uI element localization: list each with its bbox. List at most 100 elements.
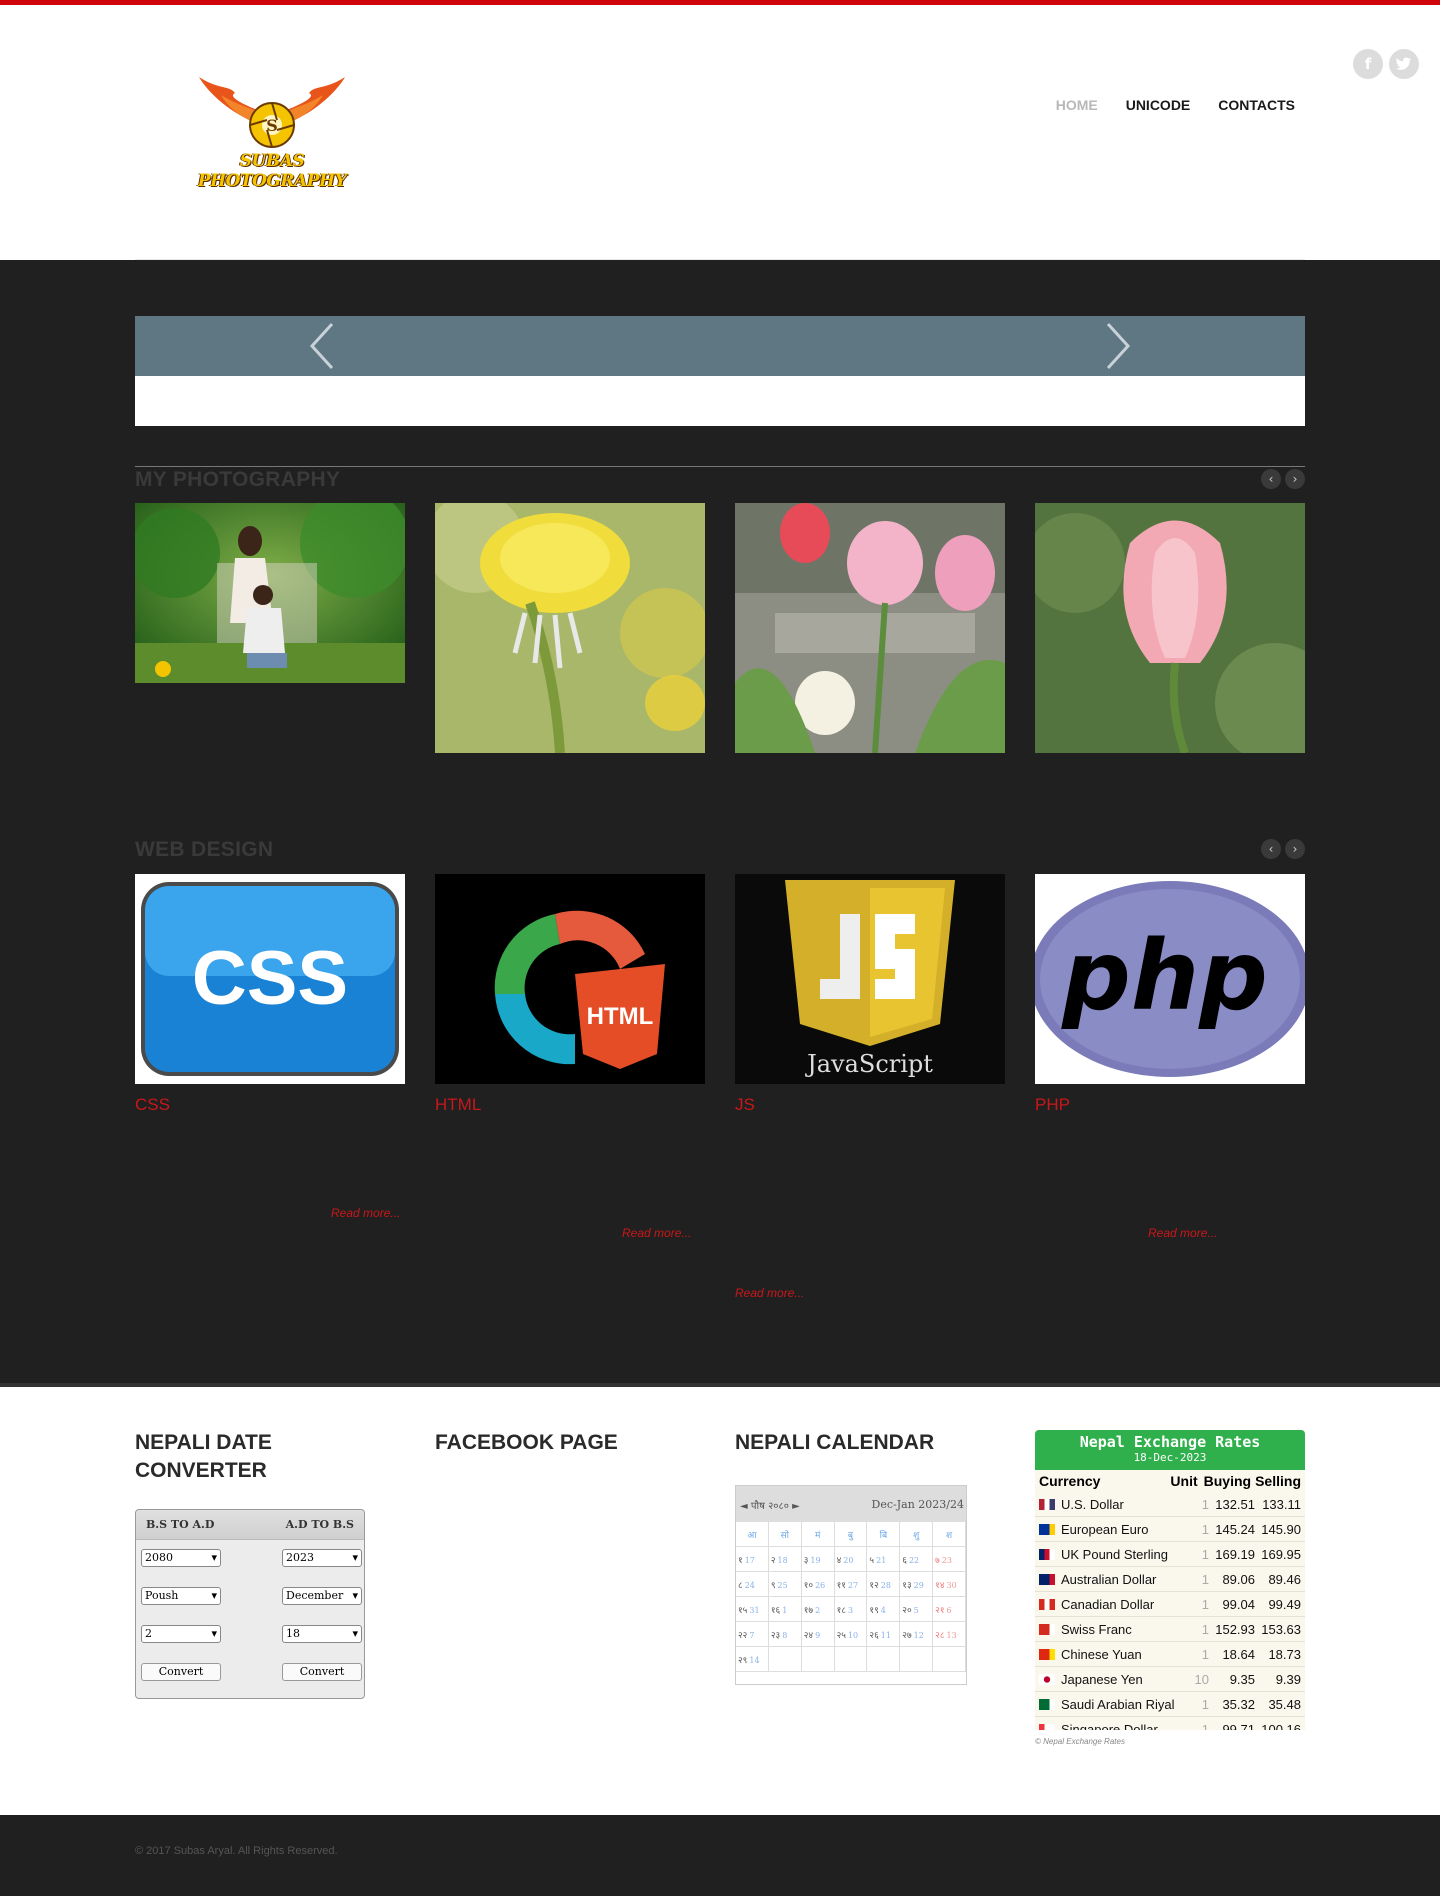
site-logo[interactable]: S SUBAS PHOTOGRAPHY — [169, 75, 375, 191]
calendar-month-nav[interactable]: ◄ पौष २०८० ► — [740, 1498, 800, 1512]
convert-bs-button[interactable]: Convert — [141, 1663, 221, 1681]
calendar-day[interactable]: २१ 6 — [933, 1597, 966, 1622]
ad-day-select[interactable]: 18 — [282, 1625, 362, 1643]
calendar-day-np: २८ — [935, 1631, 945, 1641]
calendar-day-np: २२ — [738, 1631, 748, 1641]
webdesign-label-php[interactable]: PHP — [1035, 1095, 1070, 1115]
photo-couple[interactable] — [135, 503, 405, 683]
calendar-day[interactable]: २० 5 — [900, 1597, 934, 1622]
exchange-name: Saudi Arabian Riyal — [1061, 1696, 1175, 1712]
next-arrow-icon[interactable]: › — [1285, 839, 1305, 859]
calendar-day[interactable]: २४ 9 — [801, 1622, 835, 1647]
ad-year-select[interactable]: 2023 — [282, 1549, 362, 1567]
photo-dandelion[interactable] — [435, 503, 705, 753]
col-unit: Unit — [1170, 1473, 1198, 1489]
calendar-day[interactable]: १६ 1 — [768, 1597, 802, 1622]
webdesign-label-html[interactable]: HTML — [435, 1095, 481, 1115]
calendar-day-np: ५ — [869, 1556, 875, 1566]
calendar-weekday: मं — [801, 1522, 835, 1547]
webdesign-card-html[interactable]: HTML — [435, 874, 705, 1084]
readmore-link-html[interactable]: Read more... — [622, 1226, 691, 1240]
calendar-day[interactable]: २३ 8 — [768, 1622, 802, 1647]
webdesign-label-css[interactable]: CSS — [135, 1095, 170, 1115]
exchange-name: Singapore Dollar — [1061, 1721, 1158, 1731]
exchange-buy: 35.32 — [1222, 1696, 1255, 1712]
exchange-sell: 100.16 — [1261, 1721, 1301, 1731]
calendar-day[interactable]: १४ 30 — [933, 1572, 966, 1597]
webdesign-card-css[interactable]: CSS — [135, 874, 405, 1084]
calendar-day[interactable]: १८ 3 — [834, 1597, 868, 1622]
bs-month-select[interactable]: Poush — [141, 1587, 221, 1605]
nav-contacts[interactable]: CONTACTS — [1218, 97, 1295, 113]
site-header: S SUBAS PHOTOGRAPHY f HOME UNICODE CONTA… — [135, 5, 1419, 260]
slider-next-icon[interactable] — [1103, 322, 1133, 370]
calendar-day[interactable]: १९ 4 — [867, 1597, 901, 1622]
calendar-day[interactable]: १० 26 — [801, 1572, 835, 1597]
calendar-day[interactable]: ३ 19 — [801, 1547, 835, 1572]
image-slider — [135, 316, 1305, 426]
calendar-day-np: २ — [770, 1556, 776, 1566]
exchange-buy: 9.35 — [1229, 1671, 1255, 1687]
calendar-day[interactable]: ६ 22 — [900, 1547, 934, 1572]
exchange-credit[interactable]: © Nepal Exchange Rates — [1035, 1737, 1125, 1746]
exchange-row: Canadian Dollar 1 99.04 99.49 — [1035, 1592, 1305, 1617]
calendar-day[interactable]: १ 17 — [736, 1547, 769, 1572]
twitter-icon[interactable] — [1389, 49, 1419, 79]
exchange-rows: U.S. Dollar 1 132.51 133.11 European Euro 1 14… — [1035, 1492, 1305, 1730]
calendar-day[interactable]: ११ 27 — [834, 1572, 868, 1597]
calendar-day[interactable]: २ 18 — [768, 1547, 802, 1572]
webdesign-card-js[interactable]: JavaScript — [735, 874, 1005, 1084]
readmore-link-css[interactable]: Read more... — [331, 1206, 400, 1220]
prev-arrow-icon[interactable]: ‹ — [1261, 839, 1281, 859]
photo-tulips-pink[interactable] — [735, 503, 1005, 753]
calendar-weekday: आ — [736, 1522, 769, 1547]
calendar-day[interactable]: १५ 31 — [736, 1597, 769, 1622]
nav-unicode[interactable]: UNICODE — [1126, 97, 1191, 113]
exchange-sell: 9.39 — [1275, 1671, 1301, 1687]
convert-ad-button[interactable]: Convert — [282, 1663, 362, 1681]
exchange-sell: 35.48 — [1268, 1696, 1301, 1712]
calendar-day[interactable]: ७ 23 — [933, 1547, 966, 1572]
slider-prev-icon[interactable] — [307, 322, 337, 370]
calendar-day-np: २५ — [836, 1631, 846, 1641]
calendar-day[interactable]: २५ 10 — [834, 1622, 868, 1647]
calendar-day[interactable]: १२ 28 — [867, 1572, 901, 1597]
calendar-day-ad: 20 — [843, 1556, 854, 1565]
exchange-sell: 99.49 — [1268, 1596, 1301, 1612]
flag-us-icon — [1039, 1498, 1055, 1510]
calendar-day[interactable]: ५ 21 — [867, 1547, 901, 1572]
calendar-day[interactable]: २६ 11 — [867, 1622, 901, 1647]
webdesign-label-js[interactable]: JS — [735, 1095, 755, 1115]
calendar-day[interactable]: २८ 13 — [933, 1622, 966, 1647]
calendar-day-ad: 4 — [880, 1606, 886, 1615]
exchange-row: U.S. Dollar 1 132.51 133.11 — [1035, 1492, 1305, 1517]
calendar-day[interactable]: ९ 25 — [768, 1572, 802, 1597]
facebook-icon[interactable]: f — [1353, 49, 1383, 79]
webdesign-card-php[interactable]: php — [1035, 874, 1305, 1084]
readmore-link-php[interactable]: Read more... — [1148, 1226, 1217, 1240]
calendar-day[interactable]: ४ 20 — [834, 1547, 868, 1572]
calendar-day-ad: 1 — [782, 1606, 788, 1615]
prev-arrow-icon[interactable]: ‹ — [1261, 469, 1281, 489]
flag-uk-icon — [1039, 1548, 1055, 1560]
bs-year-select[interactable]: 2080 — [141, 1549, 221, 1567]
calendar-day[interactable]: २७ 12 — [900, 1622, 934, 1647]
calendar-day-ad: 11 — [880, 1631, 891, 1640]
calendar-day[interactable]: ८ 24 — [736, 1572, 769, 1597]
calendar-day[interactable]: २२ 7 — [736, 1622, 769, 1647]
bs-day-select[interactable]: 2 — [141, 1625, 221, 1643]
calendar-day[interactable]: २९ 14 — [736, 1647, 769, 1672]
calendar-day-np: १३ — [902, 1581, 912, 1591]
calendar-day[interactable]: १७ 2 — [801, 1597, 835, 1622]
photo-tulip-single[interactable] — [1035, 503, 1305, 753]
readmore-link-js[interactable]: Read more... — [735, 1286, 804, 1300]
section-title-photography: MY PHOTOGRAPHY — [135, 468, 341, 491]
nav-home[interactable]: HOME — [1056, 97, 1098, 113]
ad-month-select[interactable]: December — [282, 1587, 362, 1605]
exchange-sell: 133.11 — [1262, 1496, 1301, 1512]
calendar-day[interactable]: १३ 29 — [900, 1572, 934, 1597]
exchange-name: Canadian Dollar — [1061, 1596, 1155, 1612]
exchange-name: Chinese Yuan — [1061, 1646, 1142, 1662]
css-logo-text: CSS — [192, 936, 348, 1021]
next-arrow-icon[interactable]: › — [1285, 469, 1305, 489]
